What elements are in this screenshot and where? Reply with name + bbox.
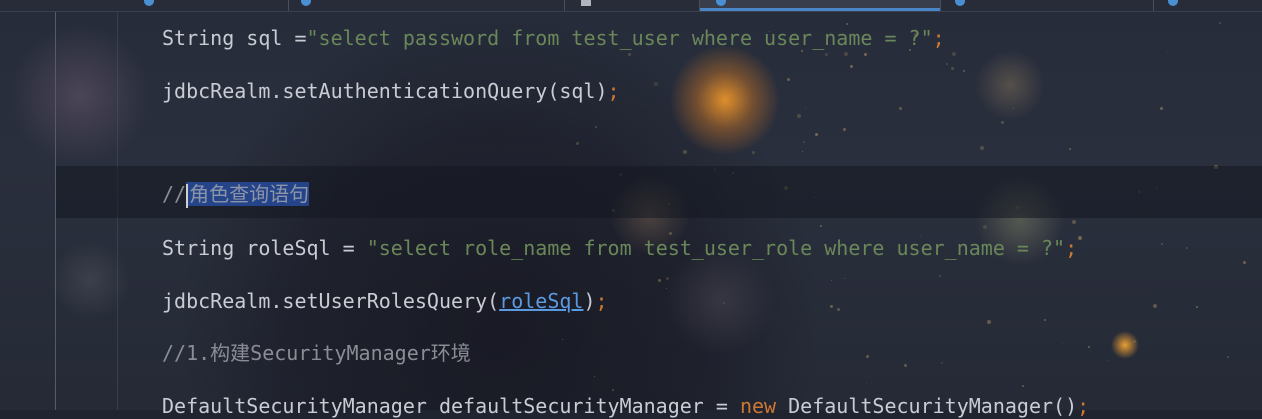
java-class-icon: [716, 0, 726, 6]
code-line[interactable]: DefaultSecurityManager defaultSecurityMa…: [162, 393, 1089, 419]
editor-tab[interactable]: [289, 0, 565, 11]
editor-gutter[interactable]: [0, 12, 56, 410]
code-line[interactable]: String roleSql = "select role_name from …: [162, 235, 1077, 261]
java-class-icon: [301, 0, 311, 6]
code-line[interactable]: String sql ="select password from test_u…: [162, 25, 945, 51]
editor-tab-bar: [0, 0, 1262, 12]
text-caret: [186, 183, 189, 208]
java-class-icon: [955, 0, 965, 6]
java-class-icon: [1168, 0, 1178, 6]
editor-tab[interactable]: [130, 0, 289, 11]
code-line[interactable]: //1.构建SecurityManager环境: [162, 340, 471, 366]
editor-tab[interactable]: [1154, 0, 1262, 11]
code-line-current[interactable]: //角色查询语句: [162, 181, 310, 208]
file-icon: [581, 0, 591, 6]
text-selection: 角色查询语句: [186, 182, 310, 208]
editor-tab[interactable]: [565, 0, 700, 11]
code-line[interactable]: jdbcRealm.setUserRolesQuery(roleSql);: [162, 288, 608, 314]
active-tab-indicator: [700, 8, 940, 11]
code-line[interactable]: jdbcRealm.setAuthenticationQuery(sql);: [162, 78, 620, 104]
editor-tab[interactable]: [941, 0, 1154, 11]
editor-tab-active[interactable]: [700, 0, 941, 11]
variable-reference-link[interactable]: roleSql: [499, 289, 583, 313]
java-class-icon: [144, 0, 154, 6]
